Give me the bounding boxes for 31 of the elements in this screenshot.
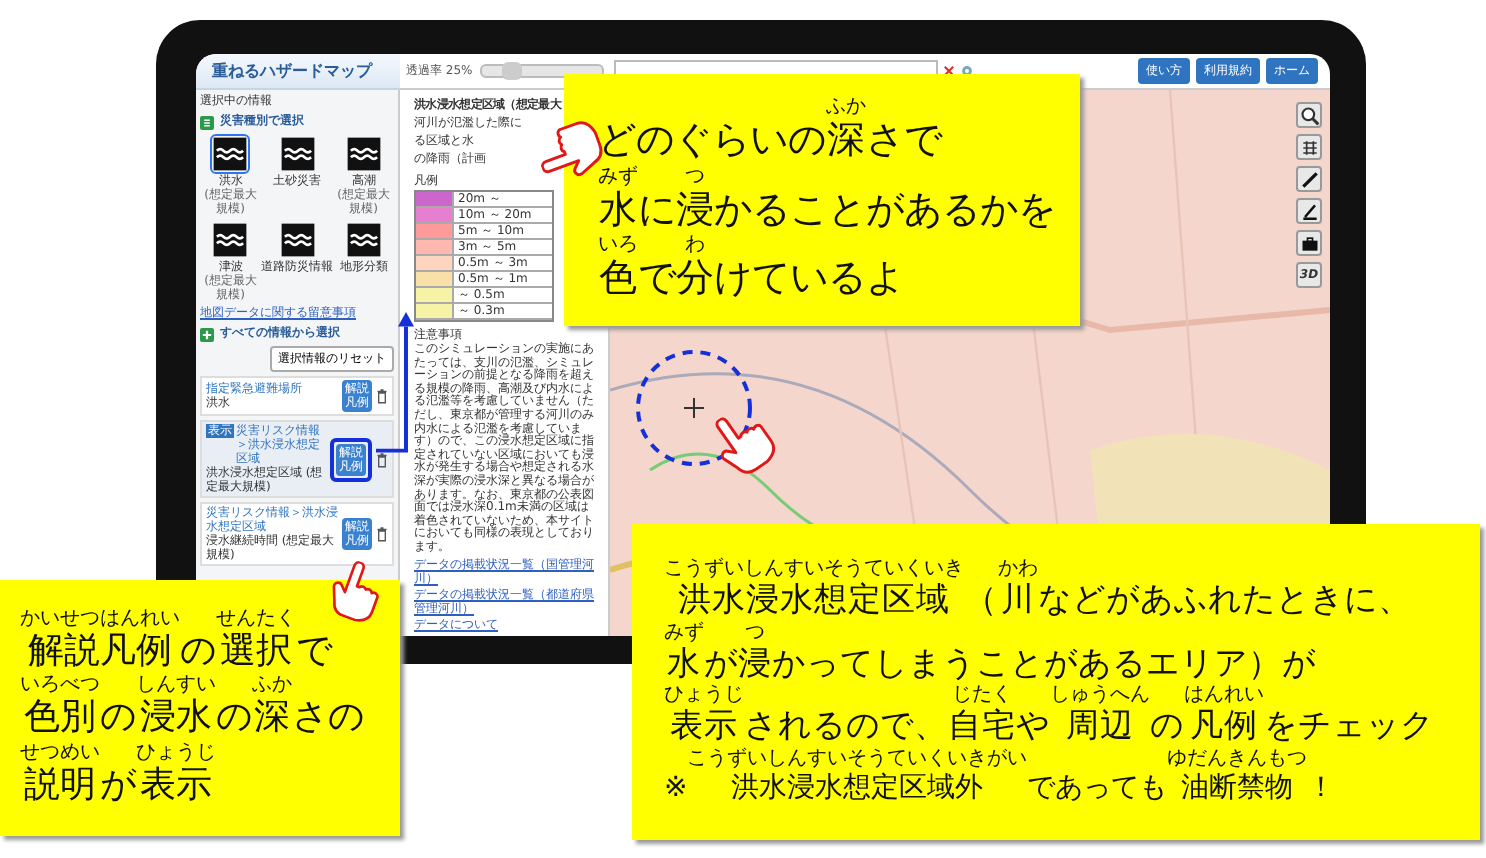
callout-text: こうずいしんすいそうていくいき 洪水浸水想定区域 （ かわ 川 などがあふれたときに、 xyxy=(664,557,1414,621)
slider-thumb[interactable] xyxy=(502,62,523,80)
callout-text: どのぐらいの ふか 深 さで xyxy=(598,95,945,165)
hazard-icon[interactable] xyxy=(277,220,317,260)
hazard-icon[interactable] xyxy=(210,220,251,260)
briefcase-icon[interactable] xyxy=(1296,230,1322,256)
opacity-slider[interactable] xyxy=(480,64,604,78)
trash-icon[interactable] xyxy=(376,388,388,404)
zoom-icon[interactable] xyxy=(1296,102,1322,128)
callout-text: みず 水に つ 浸かることがあるかを xyxy=(598,165,1058,235)
callout-text: いろべつ 色別の しんすい 浸水の ふか 深 さの xyxy=(20,674,366,742)
callout-text: かいせつはんれい 解説凡例 の せんたく 選択で xyxy=(20,607,335,675)
app-title: 重ねるハザードマップ xyxy=(212,60,372,82)
dashed-circle xyxy=(634,348,754,468)
pencil-icon[interactable] xyxy=(1296,198,1322,224)
hazard-icon[interactable] xyxy=(210,134,251,174)
trash-icon[interactable] xyxy=(376,451,388,467)
callout-text: みず 水が つ 浸かってしまうことがあるエリア）が xyxy=(664,621,1318,685)
callout-text: せつめい 説明 が ひょうじ 表示 xyxy=(20,741,218,809)
hazard-icon[interactable] xyxy=(343,220,384,260)
crosshair-icon xyxy=(684,398,704,418)
callout-text: いろ 色で わ 分けているよ xyxy=(598,234,906,305)
clear-icon[interactable] xyxy=(942,64,956,78)
leader-arrow xyxy=(376,312,416,456)
hazard-icon[interactable] xyxy=(343,134,384,174)
pen-icon[interactable] xyxy=(1296,166,1322,192)
hazard-icon[interactable] xyxy=(277,134,317,174)
trash-icon[interactable] xyxy=(376,526,388,542)
callout-text: ※ こうずいしんすいそうていくいきがい 洪水浸水想定区域外 であっても ゆだんきんもつ 油断禁物 ！ xyxy=(664,747,1338,807)
callout-text: ひょうじ 表示 されるので、 じたく 自宅や しゅうへん 周辺 の はんれい 凡例 をチェック xyxy=(664,684,1436,747)
grid-icon[interactable] xyxy=(1296,134,1322,160)
